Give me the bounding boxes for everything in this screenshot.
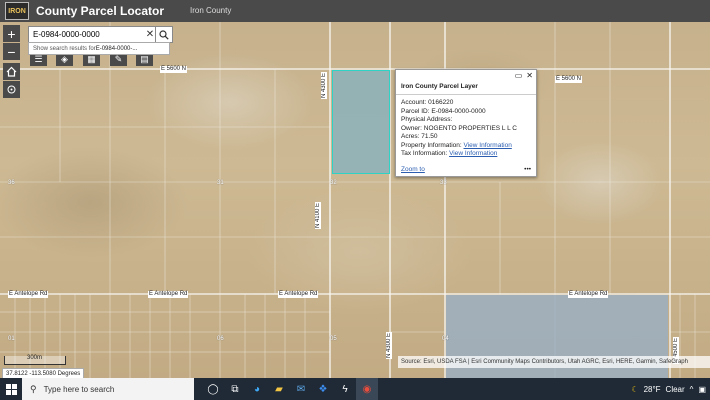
chevron-up-icon[interactable]: ^: [690, 385, 694, 394]
section-number: 04: [442, 336, 449, 342]
locate-icon: [7, 85, 16, 94]
road-label: E 5600 N: [160, 66, 188, 73]
search-icon: [159, 29, 169, 40]
property-info-link[interactable]: View Information: [464, 142, 512, 149]
county-logo: IRON: [5, 2, 29, 20]
search-icon: ⚲: [30, 383, 37, 394]
road-label: N 4100 E: [315, 202, 321, 230]
search-button[interactable]: [155, 26, 173, 43]
parcel-popup: ▭ ✕ Iron County Parcel Layer Account: 01…: [395, 69, 537, 177]
ruler-icon: ✎: [114, 53, 123, 64]
scale-label: 300m: [27, 355, 43, 361]
account-row: Account: 0166220: [401, 99, 454, 106]
zoom-to-link[interactable]: Zoom to: [401, 166, 425, 173]
road-label: E 5600 N: [555, 76, 583, 83]
map-view[interactable]: E 5600 N E 5600 N E Antelope Rd E Antelo…: [0, 22, 710, 378]
taskbar-search-placeholder: Type here to search: [43, 384, 115, 394]
acres-value: 71.50: [421, 133, 438, 140]
zoom-in-button[interactable]: +: [3, 25, 20, 42]
section-number: 36: [8, 180, 15, 186]
taskbar-search[interactable]: ⚲ Type here to search: [22, 378, 194, 400]
road-label: E Antelope Rd: [568, 291, 609, 298]
cortana-icon: ◯: [207, 383, 219, 395]
layers-icon: ◈: [61, 53, 68, 64]
tax-info-link[interactable]: View Information: [449, 150, 497, 157]
popup-body: Account: 0166220 Parcel ID: E-0984-0000-…: [396, 95, 536, 159]
section-number: 05: [330, 336, 337, 342]
scale-bar: 300m: [4, 355, 66, 365]
dropbox-button[interactable]: ❖: [312, 378, 334, 400]
system-tray: ☾ 28°F Clear ^ ▣: [631, 378, 706, 400]
edge-button[interactable]: ◕: [246, 378, 268, 400]
search-field[interactable]: ✕: [28, 26, 156, 43]
acres-row: Acres: 71.50: [401, 133, 438, 140]
list-icon: ☰: [34, 53, 43, 64]
app-icon: ϟ: [342, 383, 348, 395]
tray-icon[interactable]: ▣: [698, 385, 706, 394]
dock-icon[interactable]: ▭: [515, 71, 523, 80]
popup-footer: Zoom to •••: [401, 166, 531, 173]
temperature: 28°F: [643, 384, 661, 394]
road-label: N 4300 E: [321, 72, 327, 100]
owner-value: NOGENTO PROPERTIES L L C: [423, 124, 517, 132]
road-label: E Antelope Rd: [148, 291, 189, 298]
tax-info-row: Tax Information: View Information: [401, 150, 498, 157]
account-value: 0166220: [428, 99, 454, 106]
suggestion-prefix: Show search results for: [33, 45, 96, 52]
parcel-id-value: E-0984-0000-0000: [431, 107, 486, 115]
selected-parcel[interactable]: [332, 70, 390, 174]
map-attribution: Source: Esri, USDA FSA | Esri Community …: [398, 356, 710, 368]
county-name: Iron County: [190, 6, 232, 15]
mail-button[interactable]: ✉: [290, 378, 312, 400]
popup-title: Iron County Parcel Layer: [396, 80, 536, 95]
close-icon[interactable]: ✕: [526, 71, 533, 80]
task-view-icon: ⧉: [231, 383, 239, 395]
owner-row: Owner: NOGENTO PROPERTIES L L C: [401, 124, 517, 132]
property-info-row: Property Information: View Information: [401, 141, 512, 149]
chrome-icon: ◉: [362, 383, 372, 395]
locate-button[interactable]: [3, 81, 20, 98]
road-label: N 4300 E: [386, 332, 392, 360]
folder-icon: ▰: [275, 383, 283, 395]
basemap-icon: ▦: [87, 53, 96, 64]
start-button[interactable]: [0, 378, 22, 400]
app-title: County Parcel Locator: [36, 4, 165, 18]
weather-icon: ☾: [631, 384, 639, 394]
app-header: IRON County Parcel Locator Iron County: [0, 0, 710, 22]
weather-condition: Clear: [665, 384, 685, 394]
windows-icon: [5, 383, 17, 395]
task-view-button[interactable]: ⧉: [224, 378, 246, 400]
parcel-row: Parcel ID: E-0984-0000-0000: [401, 107, 486, 115]
app-button[interactable]: ϟ: [334, 378, 356, 400]
section-number: 31: [217, 180, 224, 186]
popup-controls: ▭ ✕: [396, 70, 536, 80]
road-label: E Antelope Rd: [8, 291, 49, 298]
more-options-icon[interactable]: •••: [524, 166, 531, 173]
road-label: E Antelope Rd: [278, 291, 319, 298]
chrome-button[interactable]: ◉: [356, 378, 378, 400]
section-number: 01: [8, 336, 15, 342]
section-number: 32: [330, 180, 337, 186]
suggestion-term: E-0984-0000-...: [95, 45, 138, 52]
home-icon: [6, 66, 17, 77]
mail-icon: ✉: [296, 383, 306, 395]
clear-search-icon[interactable]: ✕: [145, 29, 155, 40]
home-button[interactable]: [3, 63, 20, 80]
file-explorer-button[interactable]: ▰: [268, 378, 290, 400]
section-number: 33: [440, 180, 447, 186]
dropbox-icon: ❖: [318, 383, 328, 395]
edge-icon: ◕: [253, 383, 261, 395]
windows-taskbar: ⚲ Type here to search ◯ ⧉ ◕ ▰ ✉ ❖ ϟ ◉ ☾ …: [0, 378, 710, 400]
search-suggestion[interactable]: Show search results for E-0984-0000-...: [28, 42, 170, 55]
section-number: 06: [217, 336, 224, 342]
zoom-out-button[interactable]: −: [3, 43, 20, 60]
print-icon: ▤: [140, 53, 149, 64]
address-row: Physical Address:: [401, 116, 453, 123]
cortana-button[interactable]: ◯: [202, 378, 224, 400]
search-input[interactable]: [29, 27, 145, 42]
